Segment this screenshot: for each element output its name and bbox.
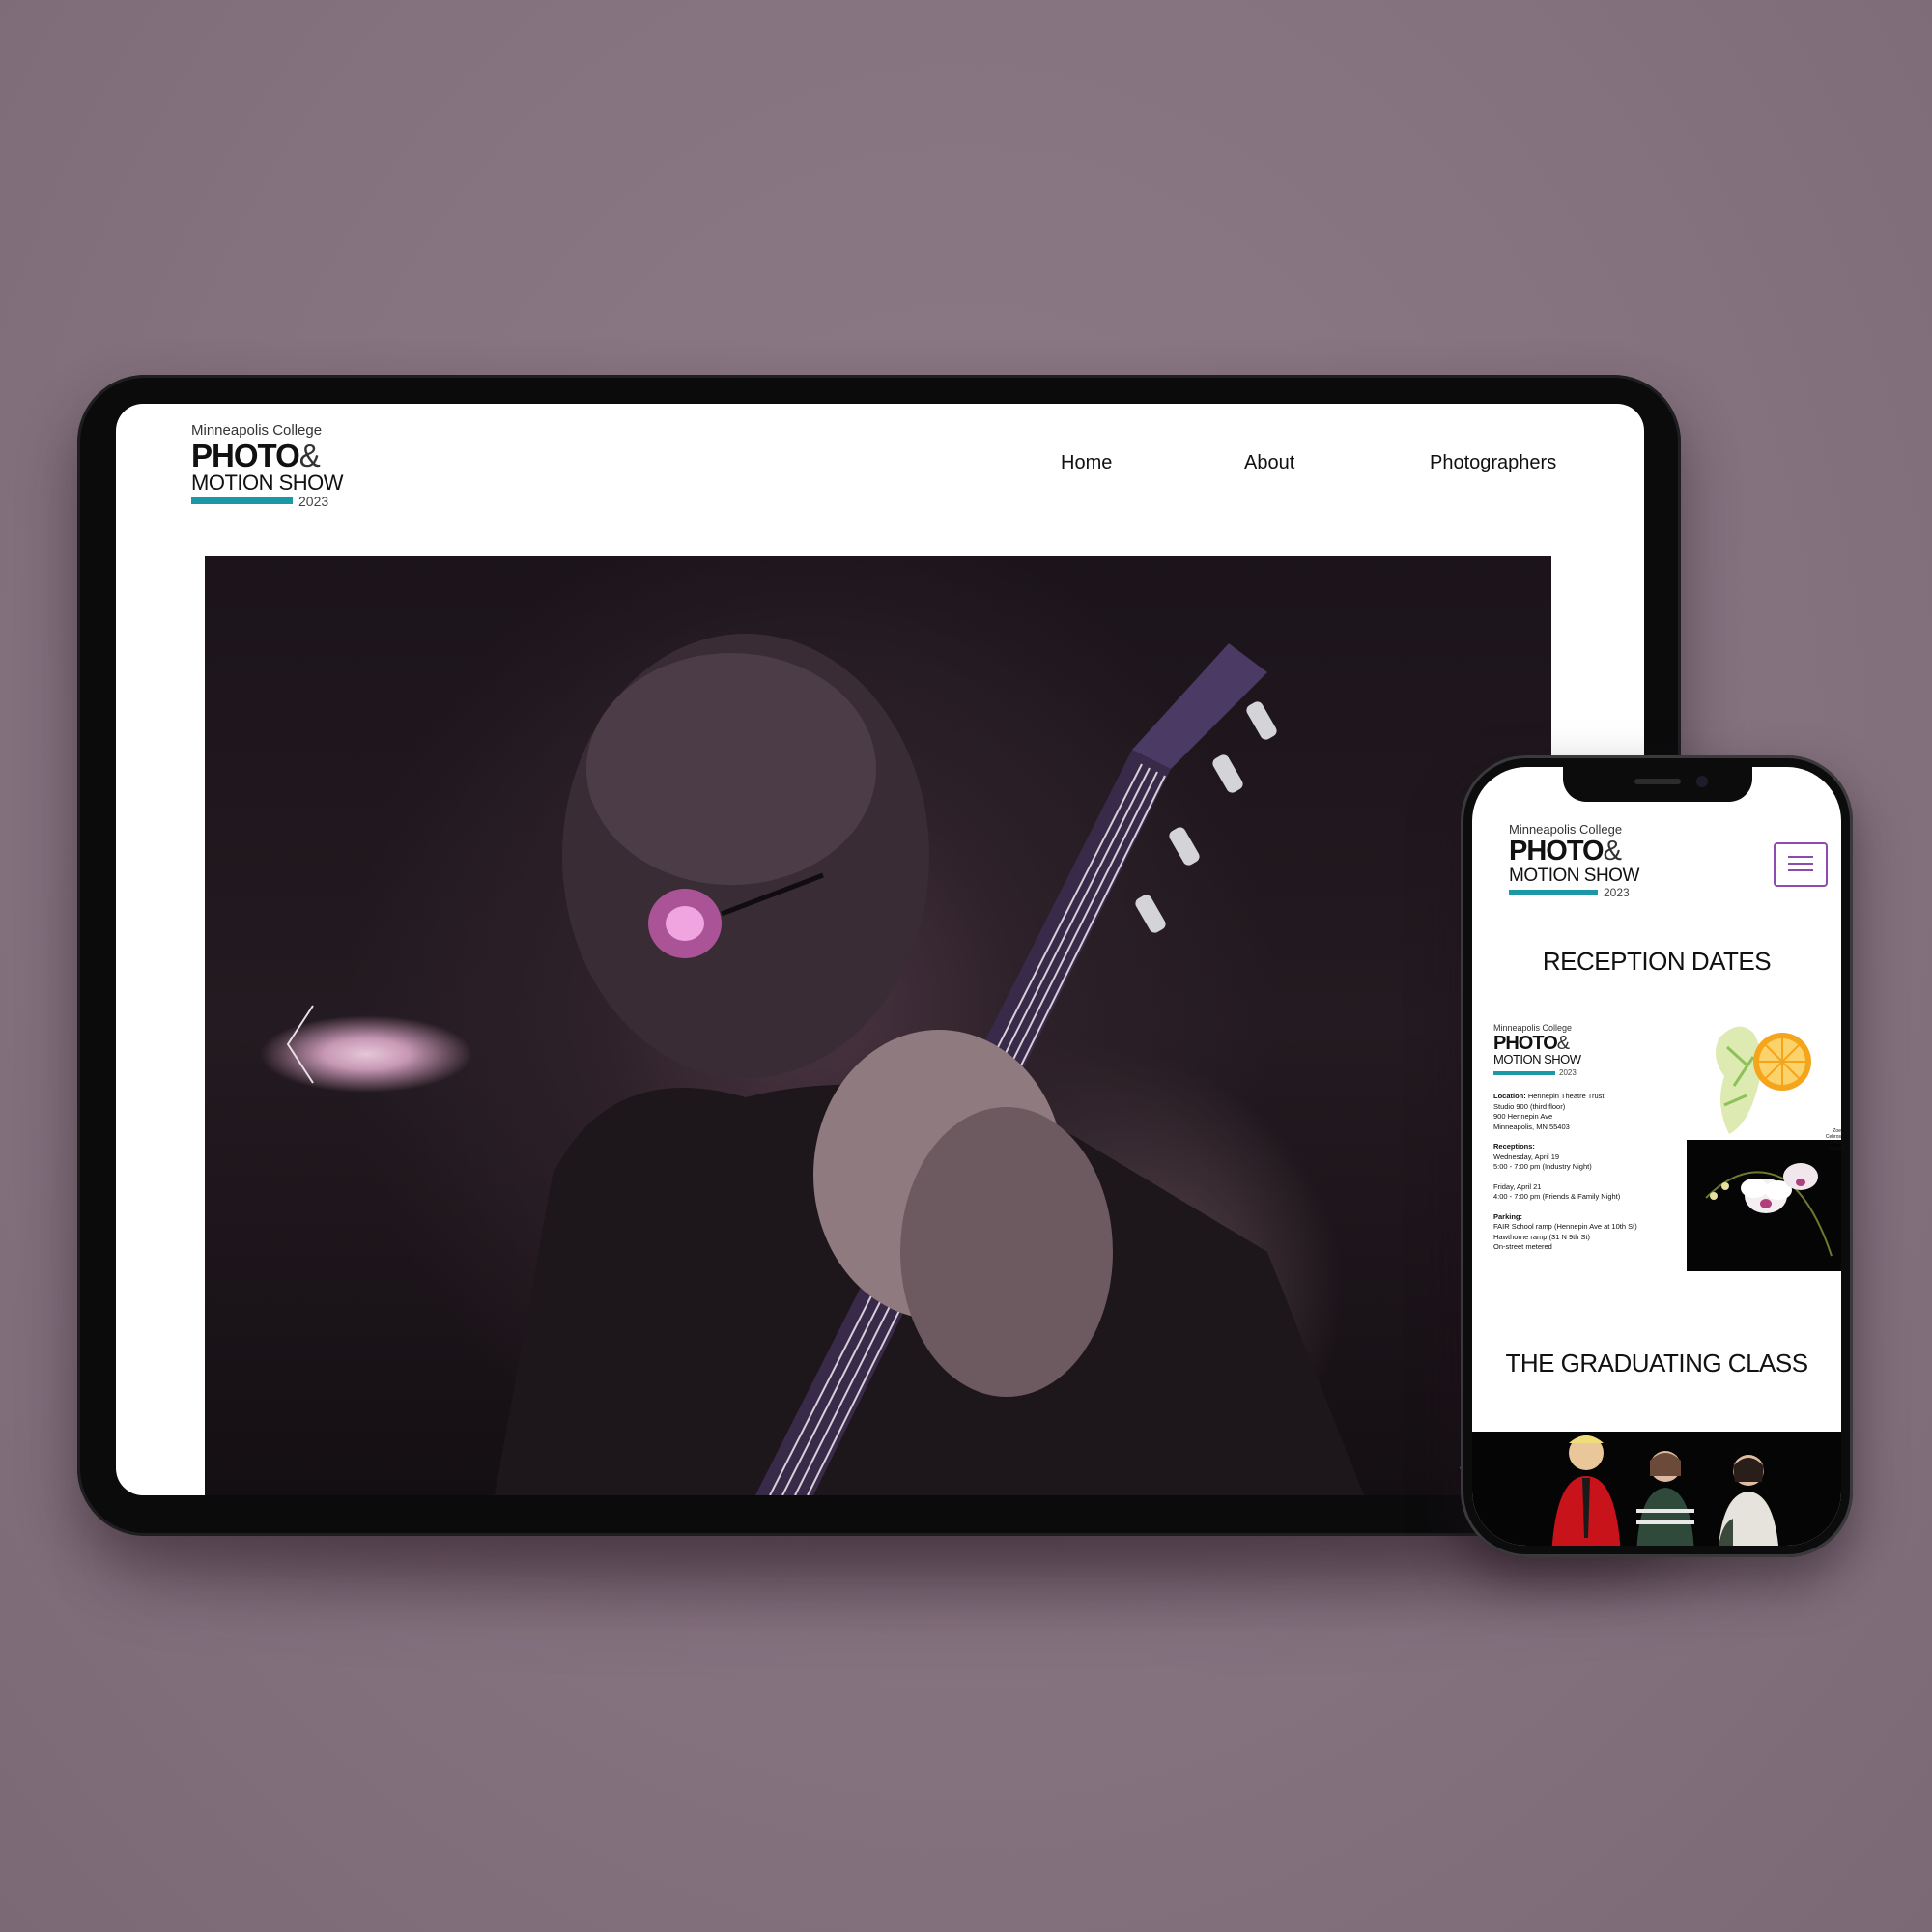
logo-year: 2023: [1604, 885, 1630, 899]
phone-speaker: [1634, 779, 1681, 784]
mockup-stage: Minneapolis College PHOTO& MOTION SHOW 2…: [0, 0, 1932, 1932]
nav-about-link[interactable]: About: [1244, 452, 1294, 474]
tablet-device: Minneapolis College PHOTO& MOTION SHOW 2…: [77, 375, 1681, 1536]
phone-screen: Minneapolis College PHOTO& MOTION SHOW 2…: [1472, 767, 1841, 1546]
logo-year: 2023: [1559, 1067, 1577, 1077]
image-credits: Zoe Cebros Sofia Kong: [1822, 1128, 1841, 1151]
graduating-class-heading: THE GRADUATING CLASS: [1505, 1349, 1808, 1378]
reception-line: 5:00 - 7:00 pm (Industry Night): [1493, 1162, 1592, 1171]
location-label: Location:: [1493, 1092, 1526, 1100]
receptions-label: Receptions:: [1493, 1142, 1535, 1151]
logo-college: Minneapolis College: [1509, 822, 1623, 837]
hamburger-menu-button[interactable]: [1774, 842, 1828, 887]
image-credit: Zoe Cebros: [1825, 1128, 1841, 1140]
site-header: Minneapolis College PHOTO& MOTION SHOW 2…: [116, 404, 1644, 549]
flyer-details: Location: Hennepin Theatre Trust Studio …: [1493, 1092, 1696, 1253]
logo-ampersand: &: [1603, 836, 1622, 867]
reception-line: Wednesday, April 19: [1493, 1151, 1560, 1161]
location-line: 900 Hennepin Ave: [1493, 1112, 1553, 1121]
logo-college: Minneapolis College: [191, 422, 323, 439]
logo-accent-bar: [1509, 889, 1598, 895]
parking-line: Hawthorne ramp (31 N 9th St): [1493, 1232, 1591, 1241]
logo-photo: PHOTO: [1509, 836, 1605, 867]
logo-ampersand: &: [1556, 1033, 1571, 1054]
parking-label: Parking:: [1493, 1211, 1523, 1221]
slideshow-prev-button[interactable]: [282, 1001, 321, 1088]
logo-accent-bar: [1493, 1070, 1555, 1075]
reception-line: 4:00 - 7:00 pm (Friends & Family Night): [1493, 1192, 1621, 1201]
location-line: Studio 900 (third floor): [1493, 1101, 1566, 1111]
phone-notch: [1563, 767, 1752, 802]
mobile-site-logo[interactable]: Minneapolis College PHOTO& MOTION SHOW 2…: [1509, 823, 1639, 900]
hamburger-icon: [1788, 863, 1813, 865]
hamburger-icon: [1788, 856, 1813, 858]
parking-line: On-street metered: [1493, 1242, 1552, 1251]
receptions-block: Receptions: Wednesday, April 19 5:00 - 7…: [1493, 1142, 1696, 1203]
nav-photographers-link[interactable]: Photographers: [1430, 452, 1556, 474]
reception-flyer: Minneapolis College PHOTO& MOTION SHOW 2…: [1482, 1018, 1841, 1298]
phone-camera: [1696, 776, 1708, 787]
parking-block: Parking: FAIR School ramp (Hennepin Ave …: [1493, 1212, 1696, 1253]
nav-home-link[interactable]: Home: [1061, 452, 1112, 474]
tablet-screen: Minneapolis College PHOTO& MOTION SHOW 2…: [116, 404, 1644, 1495]
graduating-class-photo: [1472, 1432, 1841, 1546]
logo-year: 2023: [298, 493, 329, 509]
citrus-artwork: [1716, 1026, 1811, 1134]
image-credit: Sofia Kong: [1830, 1140, 1841, 1151]
parking-line: FAIR School ramp (Hennepin Ave at 10th S…: [1493, 1222, 1637, 1231]
site-logo[interactable]: Minneapolis College PHOTO& MOTION SHOW 2…: [191, 422, 344, 509]
flyer-logo: Minneapolis College PHOTO& MOTION SHOW 2…: [1493, 1024, 1581, 1081]
logo-college: Minneapolis College: [1493, 1023, 1573, 1033]
logo-motion-show: MOTION SHOW: [1493, 1052, 1581, 1066]
logo-photo: PHOTO: [191, 438, 300, 473]
logo-photo: PHOTO: [1493, 1033, 1558, 1054]
reception-line: Friday, April 21: [1493, 1181, 1542, 1191]
location-line: Minneapolis, MN 55403: [1493, 1122, 1570, 1131]
logo-accent-bar: [191, 497, 293, 505]
phone-device: Minneapolis College PHOTO& MOTION SHOW 2…: [1461, 755, 1853, 1557]
reception-dates-heading: RECEPTION DATES: [1542, 947, 1772, 976]
location-block: Location: Hennepin Theatre Trust Studio …: [1493, 1092, 1696, 1132]
hero-slideshow: Jo: [205, 556, 1551, 1495]
orchid-artwork: [1687, 1140, 1841, 1271]
location-line: Hennepin Theatre Trust: [1527, 1092, 1605, 1100]
logo-motion-show: MOTION SHOW: [191, 470, 344, 495]
hamburger-icon: [1788, 869, 1813, 871]
musician-photo: [495, 634, 1364, 1495]
logo-motion-show: MOTION SHOW: [1509, 866, 1639, 886]
chevron-left-icon: [286, 1005, 314, 1084]
logo-ampersand: &: [298, 438, 321, 473]
